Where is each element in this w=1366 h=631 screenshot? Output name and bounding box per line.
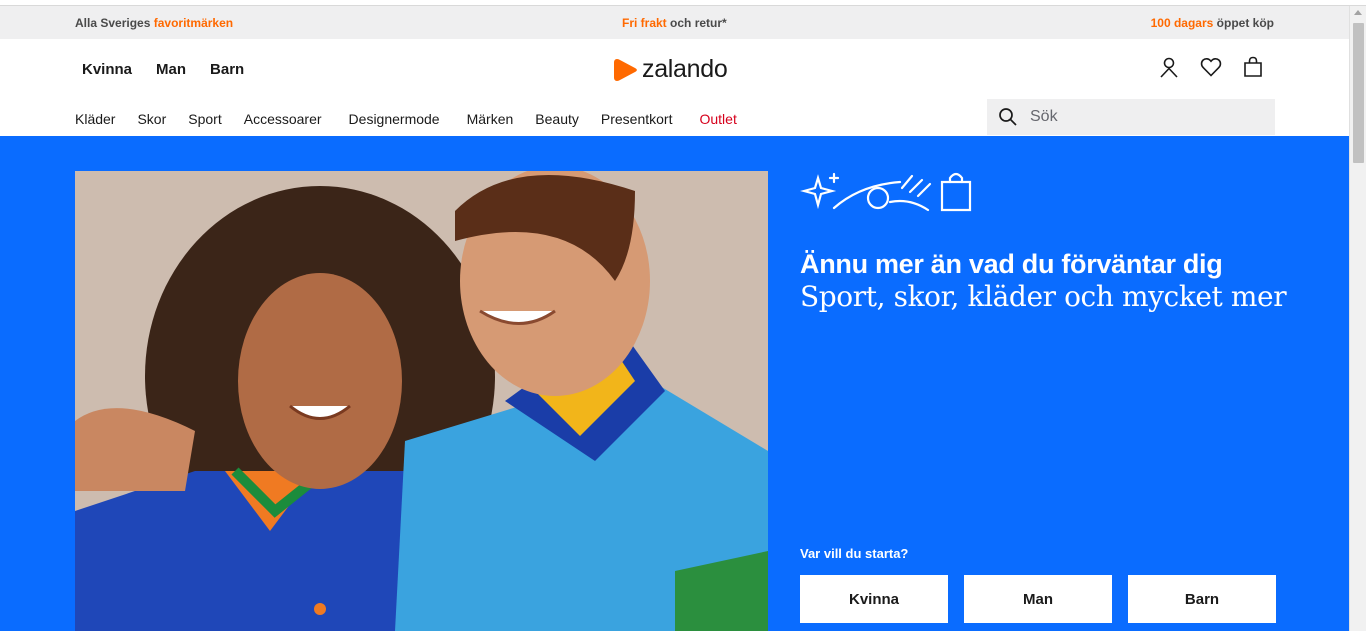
hero-photo-illustration	[75, 171, 768, 631]
promo-shipping-highlight: Fri frakt	[622, 16, 667, 30]
promo-bar: Alla Sveriges favoritmärken Fri frakt oc…	[0, 6, 1349, 39]
page-scrollbar[interactable]	[1349, 6, 1366, 631]
promo-brands-highlight: favoritmärken	[153, 16, 234, 30]
scroll-up-arrow-icon[interactable]	[1354, 10, 1362, 15]
shopping-bag-icon[interactable]	[1241, 55, 1265, 79]
promo-free-shipping[interactable]: Fri frakt och retur*	[622, 16, 727, 30]
category-skor[interactable]: Skor	[137, 111, 166, 127]
category-accessoarer[interactable]: Accessoarer	[244, 111, 322, 127]
zalando-logo-icon	[614, 58, 637, 81]
site-header: Kvinna Man Barn zalando Kläder Skor Spor…	[0, 39, 1349, 136]
user-icon[interactable]	[1157, 55, 1181, 79]
hero-subline: Sport, skor, kläder och mycket mer	[800, 280, 1287, 313]
start-barn-button[interactable]: Barn	[1128, 575, 1276, 623]
hero-image[interactable]	[75, 171, 768, 631]
category-sport[interactable]: Sport	[188, 111, 221, 127]
category-outlet[interactable]: Outlet	[699, 111, 736, 127]
category-designermode[interactable]: Designermode	[349, 111, 440, 127]
page: Alla Sveriges favoritmärken Fri frakt oc…	[0, 0, 1366, 631]
heart-icon[interactable]	[1199, 55, 1223, 79]
category-klader[interactable]: Kläder	[75, 111, 115, 127]
gender-nav-man[interactable]: Man	[156, 61, 186, 78]
header-icons	[1157, 55, 1265, 79]
promo-returns[interactable]: 100 dagars öppet köp	[1151, 16, 1274, 30]
hero-banner: Ännu mer än vad du förväntar dig Sport, …	[0, 136, 1349, 631]
search-input[interactable]: Sök	[987, 99, 1275, 135]
promo-shipping-suffix: och retur*	[666, 16, 727, 30]
gender-nav-kvinna[interactable]: Kvinna	[82, 61, 132, 78]
category-beauty[interactable]: Beauty	[535, 111, 579, 127]
promo-brands-prefix: Alla Sveriges	[75, 16, 154, 30]
promo-returns-highlight: 100 dagars	[1150, 16, 1214, 30]
start-kvinna-button[interactable]: Kvinna	[800, 575, 948, 623]
search-icon	[999, 108, 1017, 126]
start-man-button[interactable]: Man	[964, 575, 1112, 623]
hero-headline: Ännu mer än vad du förväntar dig	[800, 249, 1223, 279]
category-nav: Kläder Skor Sport Accessoarer Designermo…	[75, 111, 759, 127]
logo-text: zalando	[642, 55, 728, 83]
zalando-logo[interactable]: zalando	[614, 55, 728, 84]
gender-nav: Kvinna Man Barn	[82, 61, 244, 78]
start-buttons: Kvinna Man Barn	[800, 575, 1276, 623]
sparkle-eye-bag-icon	[800, 172, 972, 212]
scrollbar-thumb[interactable]	[1353, 23, 1364, 163]
promo-returns-suffix: öppet köp	[1213, 16, 1274, 30]
gender-nav-barn[interactable]: Barn	[210, 61, 244, 78]
promo-brands[interactable]: Alla Sveriges favoritmärken	[75, 16, 233, 30]
search-placeholder: Sök	[1030, 108, 1058, 125]
category-presentkort[interactable]: Presentkort	[601, 111, 673, 127]
start-label: Var vill du starta?	[800, 546, 909, 561]
category-marken[interactable]: Märken	[467, 111, 514, 127]
